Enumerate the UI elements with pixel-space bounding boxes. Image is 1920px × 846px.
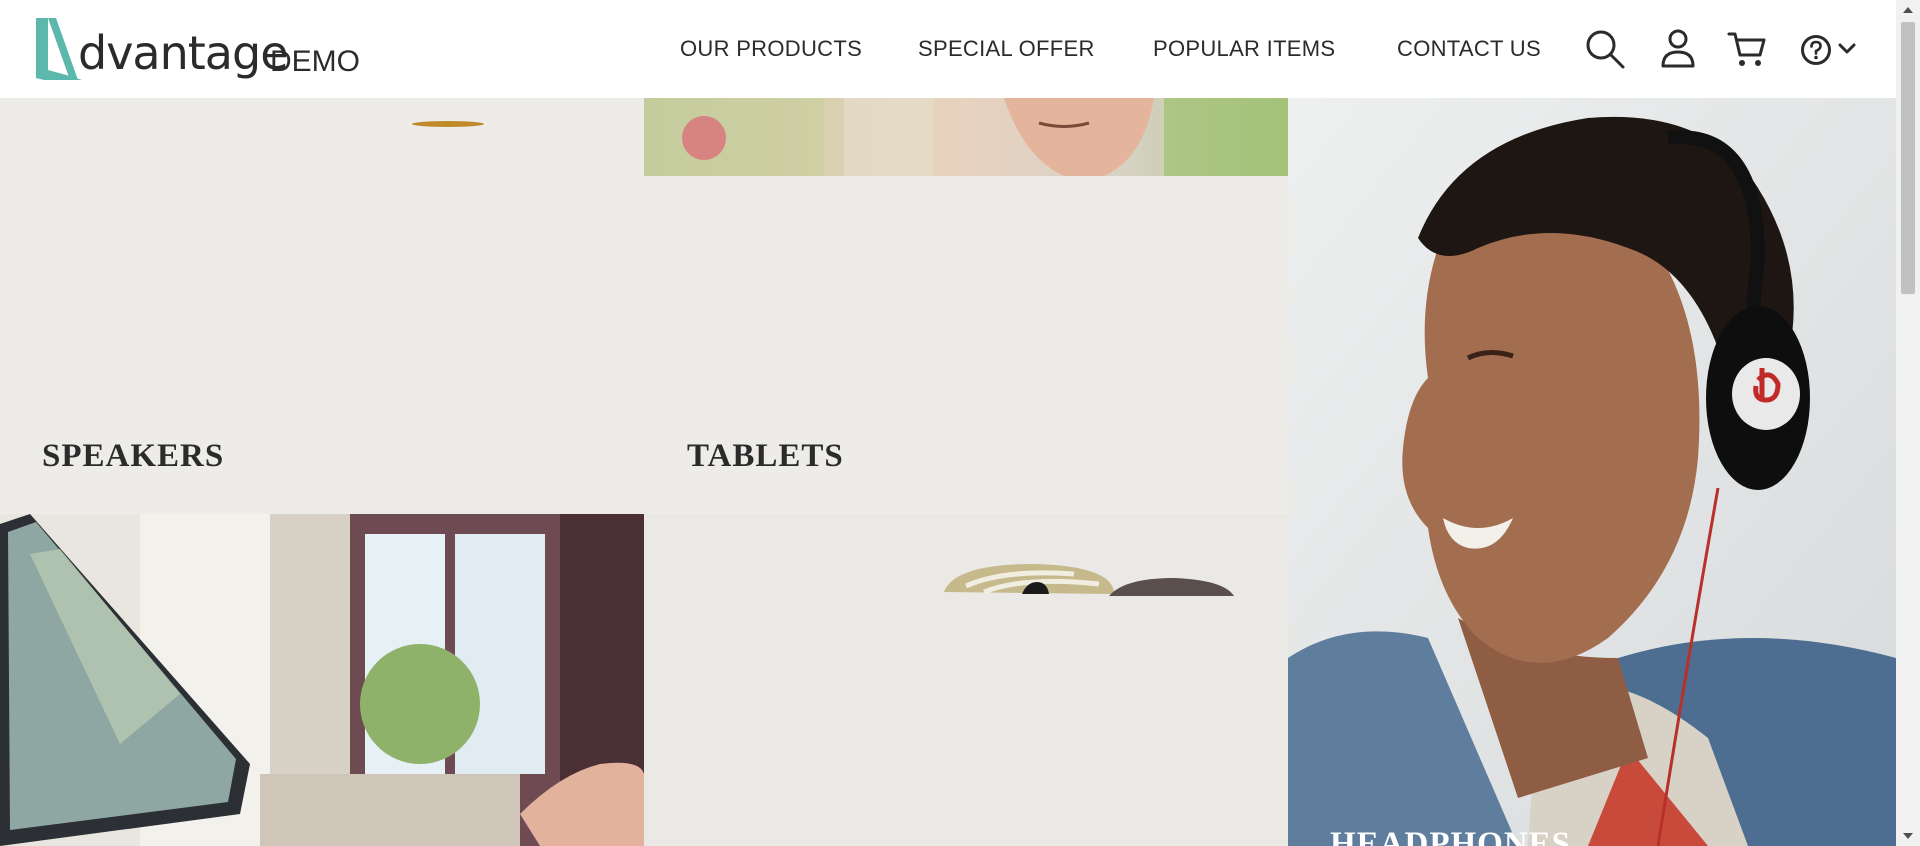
nav-contact-us[interactable]: CONTACT US [1397, 36, 1541, 62]
laptops-image [0, 514, 644, 846]
category-tablets[interactable]: TABLETS [644, 176, 1288, 514]
tablets-image[interactable] [644, 98, 1288, 176]
chevron-down-icon[interactable] [1838, 42, 1856, 56]
headphones-label: HEADPHONES [1330, 826, 1572, 846]
scrollbar-thumb[interactable] [1901, 22, 1915, 294]
category-speakers[interactable]: SPEAKERS [0, 98, 644, 514]
category-mice[interactable] [644, 514, 1288, 846]
scroll-up-arrow-icon[interactable] [1896, 0, 1920, 20]
speakers-label: SPEAKERS [42, 438, 225, 474]
nav-special-offer[interactable]: SPECIAL OFFER [918, 36, 1095, 62]
search-icon[interactable] [1584, 28, 1626, 70]
category-headphones[interactable]: HEADPHONES [1288, 98, 1896, 846]
site-header: dvantage DEMO OUR PRODUCTS SPECIAL OFFER… [0, 0, 1896, 98]
user-icon[interactable] [1660, 28, 1696, 70]
tablets-label: TABLETS [687, 438, 844, 474]
scroll-down-arrow-icon[interactable] [1896, 826, 1920, 846]
logo-word: dvantage [78, 26, 288, 80]
nav-our-products[interactable]: OUR PRODUCTS [680, 36, 862, 62]
headphones-image [1288, 98, 1896, 846]
cart-icon[interactable] [1726, 28, 1768, 70]
category-laptops[interactable] [0, 514, 644, 846]
mice-image [944, 564, 1234, 596]
nav-popular-items[interactable]: POPULAR ITEMS [1153, 36, 1335, 62]
logo-suffix: DEMO [270, 45, 360, 78]
help-icon[interactable] [1800, 34, 1832, 66]
page-scrollbar[interactable] [1896, 0, 1920, 846]
